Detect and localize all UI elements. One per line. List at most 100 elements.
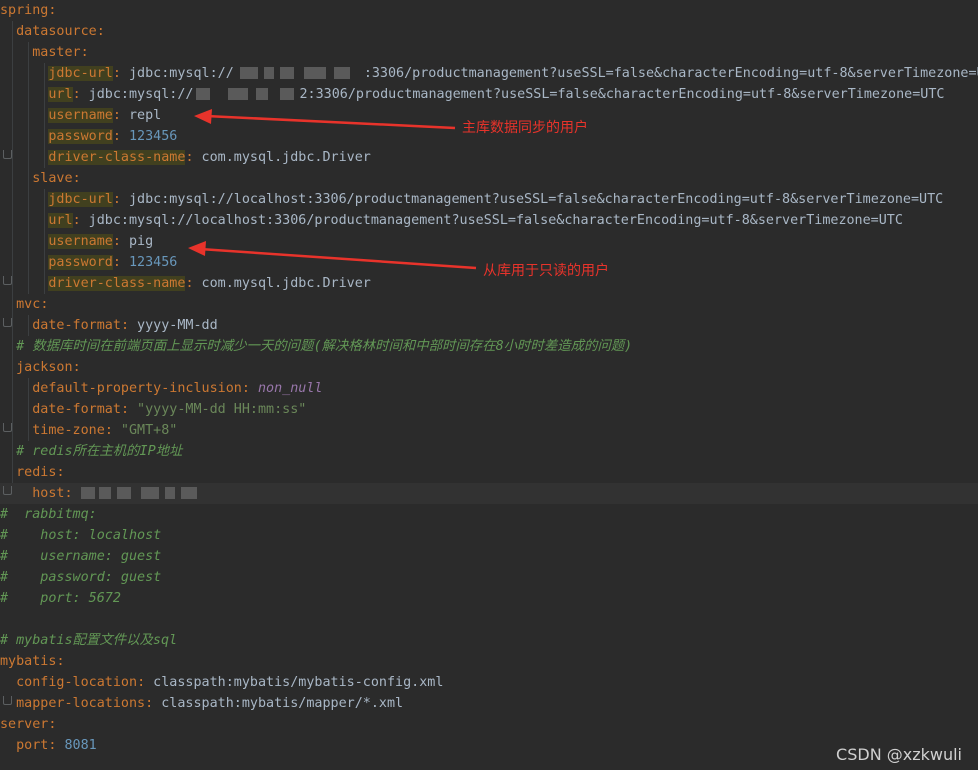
code-line[interactable]: jdbc-url: jdbc:mysql://localhost:3306/pr… [0,189,978,210]
yaml-colon: : [96,24,105,39]
code-line[interactable]: # rabbitmq: [0,504,978,525]
yaml-comment: # host: localhost [0,528,162,543]
fold-marker-icon[interactable] [3,486,12,495]
yaml-key: redis [16,465,57,480]
yaml-value: jdbc:mysql:// [120,66,234,81]
yaml-value: "GMT+8" [112,423,178,438]
yaml-key: spring [0,3,49,18]
yaml-colon: : [120,402,129,417]
code-line[interactable]: # host: localhost [0,525,978,546]
yaml-value: jdbc:mysql://localhost:3306/productmanag… [120,192,944,207]
yaml-key: jdbc-url [48,192,113,207]
yaml-key: password [48,255,113,270]
yaml-colon: : [112,234,121,249]
redacted-host [80,487,201,499]
yaml-key: jackson [16,360,73,375]
yaml-key: mvc [16,297,41,312]
code-line[interactable]: redis: [0,462,978,483]
yaml-colon: : [112,255,121,270]
code-line[interactable]: slave: [0,168,978,189]
code-line[interactable]: mybatis: [0,651,978,672]
code-line[interactable]: mapper-locations: classpath:mybatis/mapp… [0,693,978,714]
code-line[interactable]: username: pig [0,231,978,252]
yaml-comment: # mybatis配置文件以及sql [0,633,178,648]
yaml-colon: : [72,360,81,375]
code-line[interactable]: url: jdbc:mysql://localhost:3306/product… [0,210,978,231]
yaml-colon: : [48,717,57,732]
yaml-colon: : [56,654,65,669]
code-line[interactable]: # username: guest [0,546,978,567]
yaml-editor[interactable]: spring: datasource: master: jdbc-url: jd… [0,0,978,770]
yaml-colon: : [185,276,194,291]
code-line[interactable]: port: 8081 [0,735,978,756]
code-line[interactable]: # mybatis配置文件以及sql [0,630,978,651]
yaml-key: date-format [32,318,121,333]
yaml-colon: : [112,66,121,81]
yaml-comment: # port: 5672 [0,591,121,606]
yaml-comment: # redis所在主机的IP地址 [16,444,183,459]
fold-marker-icon[interactable] [3,423,12,432]
fold-marker-icon[interactable] [3,150,12,159]
yaml-key: port [16,738,49,753]
yaml-key: driver-class-name [48,276,186,291]
yaml-colon: : [137,675,146,690]
code-line[interactable]: config-location: classpath:mybatis/mybat… [0,672,978,693]
yaml-value: com.mysql.jdbc.Driver [193,150,371,165]
yaml-value: jdbc:mysql://localhost:3306/productmanag… [80,213,903,228]
yaml-colon: : [145,696,154,711]
code-line[interactable]: jdbc-url: jdbc:mysql:// :3306/productmana… [0,63,978,84]
code-line[interactable]: default-property-inclusion: non_null [0,378,978,399]
yaml-colon: : [80,45,89,60]
yaml-value: jdbc:mysql:// [80,87,194,102]
yaml-colon: : [72,213,81,228]
code-line[interactable]: time-zone: "GMT+8" [0,420,978,441]
yaml-key: mybatis [0,654,57,669]
yaml-key: url [48,213,73,228]
yaml-value: 8081 [56,738,97,753]
yaml-comment: # username: guest [0,549,162,564]
code-line[interactable]: spring: [0,0,978,21]
yaml-value: 123456 [120,255,178,270]
yaml-colon: : [48,3,57,18]
code-line[interactable]: date-format: yyyy-MM-dd [0,315,978,336]
yaml-key: jdbc-url [48,66,113,81]
fold-marker-icon[interactable] [3,696,12,705]
code-line-empty[interactable] [0,609,978,630]
csdn-watermark: CSDN @xzkwuli [836,745,962,764]
code-line[interactable]: mvc: [0,294,978,315]
yaml-key: username [48,108,113,123]
yaml-value: classpath:mybatis/mapper/*.xml [153,696,404,711]
yaml-key: date-format [32,402,121,417]
yaml-value [73,486,81,501]
yaml-key: server [0,717,49,732]
fold-marker-icon[interactable] [3,318,12,327]
code-line-current[interactable]: host: [0,483,978,504]
yaml-comment: # password: guest [0,570,162,585]
code-line[interactable]: date-format: "yyyy-MM-dd HH:mm:ss" [0,399,978,420]
fold-marker-icon[interactable] [3,276,12,285]
code-line[interactable]: # redis所在主机的IP地址 [0,441,978,462]
code-line[interactable]: master: [0,42,978,63]
yaml-key: url [48,87,73,102]
yaml-value: non_null [249,381,323,396]
code-line[interactable]: url: jdbc:mysql:// 2:3306/productmanageme… [0,84,978,105]
code-line[interactable]: # password: guest [0,567,978,588]
annotation-slave-user: 从库用于只读的用户 [483,263,609,279]
redacted-host [234,67,364,79]
yaml-key: host [32,486,65,501]
yaml-comment: # 数据库时间在前端页面上显示时减少一天的问题(解决格林时间和中部时间存在8小时… [16,339,633,354]
yaml-key: slave [32,171,73,186]
code-line[interactable]: datasource: [0,21,978,42]
yaml-value: yyyy-MM-dd [129,318,218,333]
code-line[interactable]: # 数据库时间在前端页面上显示时减少一天的问题(解决格林时间和中部时间存在8小时… [0,336,978,357]
yaml-comment: # rabbitmq: [0,507,97,522]
yaml-colon: : [185,150,194,165]
yaml-value: pig [120,234,154,249]
code-line[interactable]: server: [0,714,978,735]
code-line[interactable]: # port: 5672 [0,588,978,609]
code-line[interactable]: driver-class-name: com.mysql.jdbc.Driver [0,147,978,168]
yaml-key: config-location [16,675,138,690]
yaml-key: default-property-inclusion [32,381,242,396]
yaml-value: :3306/productmanagement?useSSL=false&cha… [363,66,978,81]
code-line[interactable]: jackson: [0,357,978,378]
